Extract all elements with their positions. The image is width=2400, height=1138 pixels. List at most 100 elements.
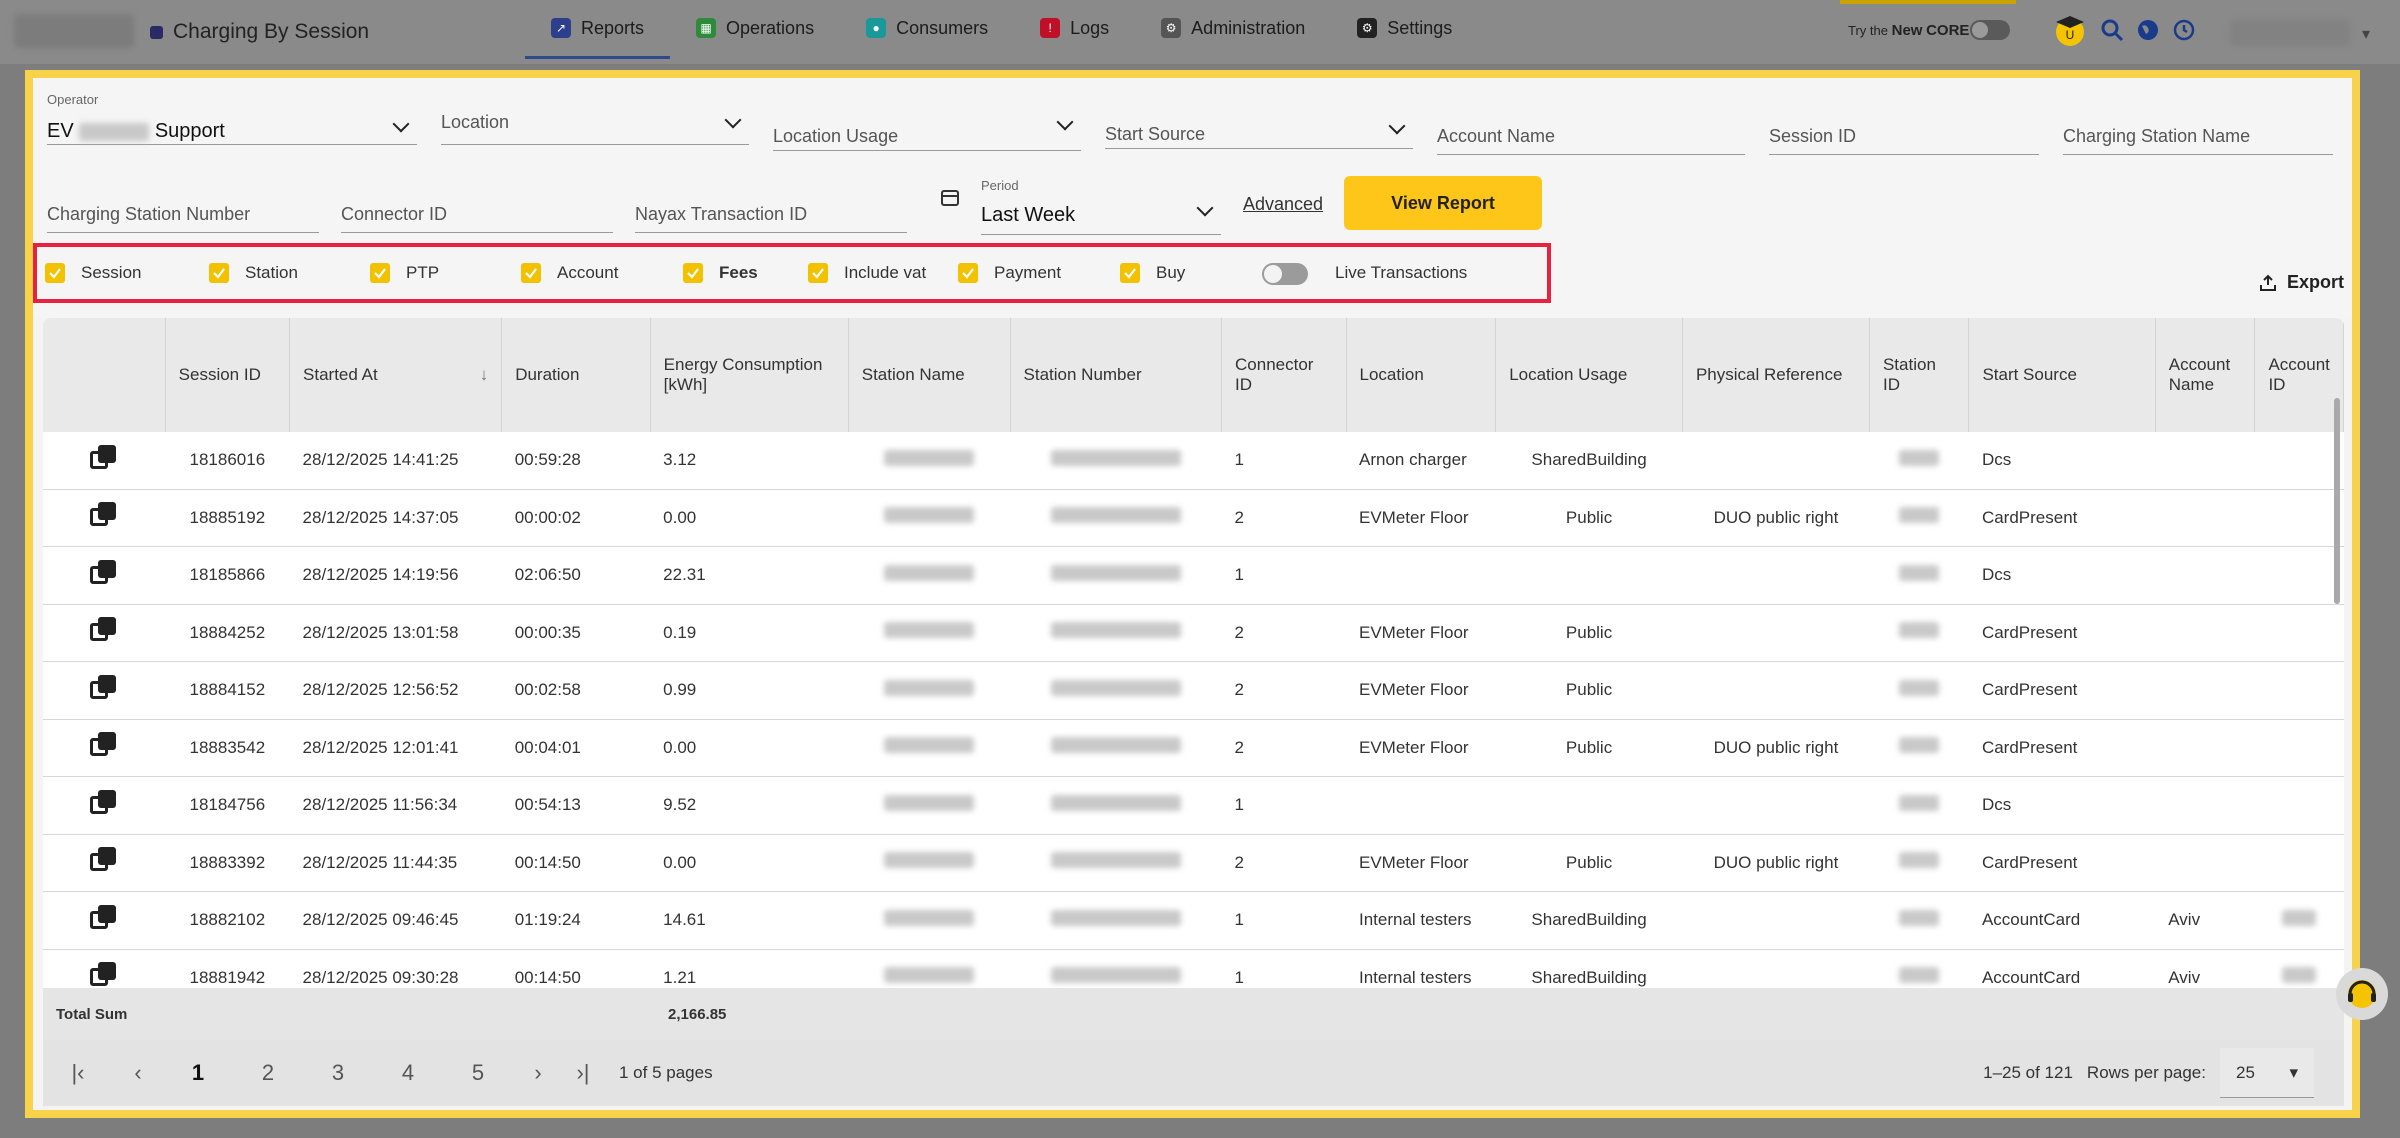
checkbox-session[interactable]: Session [45, 263, 141, 283]
connector-id-input[interactable]: Connector ID [341, 204, 613, 233]
col-session-id[interactable]: Session ID [165, 318, 291, 432]
copy-details-icon[interactable] [90, 559, 118, 586]
table-row[interactable]: 18883392 28/12/2025 11:44:35 00:14:50 0.00 2… [43, 834, 2344, 892]
user-menu[interactable] [2230, 20, 2350, 46]
start-source-select[interactable]: Start Source [1105, 116, 1413, 149]
last-page-icon[interactable]: ›| [563, 1060, 603, 1086]
cell-station-number [1010, 719, 1222, 777]
col-station-name[interactable]: Station Name [848, 318, 1011, 432]
page-2[interactable]: 2 [233, 1060, 303, 1086]
cell-session-id: 18186016 [165, 432, 290, 490]
charging-station-number-input[interactable]: Charging Station Number [47, 204, 319, 233]
cell-account-name: Aviv [2155, 949, 2255, 988]
cell-energy: 14.61 [650, 891, 849, 950]
checkbox-checked-icon [1120, 263, 1140, 283]
nav-consumers[interactable]: ● Consumers [840, 0, 1014, 56]
cell-account-id [2254, 661, 2344, 720]
page-3[interactable]: 3 [303, 1060, 373, 1086]
col-duration[interactable]: Duration [501, 318, 651, 432]
row-action-cell [43, 489, 166, 547]
next-page-icon[interactable]: › [513, 1060, 563, 1086]
checkbox-include-vat[interactable]: Include vat [808, 263, 926, 283]
prev-page-icon[interactable]: ‹ [113, 1060, 163, 1086]
cell-physical-reference [1682, 949, 1870, 988]
col-connector-id[interactable]: Connector ID [1221, 318, 1347, 432]
period-select[interactable]: Period Last Week [981, 178, 1221, 235]
page-5[interactable]: 5 [443, 1060, 513, 1086]
session-id-input[interactable]: Session ID [1769, 126, 2039, 155]
table-row[interactable]: 18882102 28/12/2025 09:46:45 01:19:24 14.61… [43, 891, 2344, 950]
table-row[interactable]: 18883542 28/12/2025 12:01:41 00:04:01 0.00 2… [43, 719, 2344, 777]
copy-details-icon[interactable] [90, 617, 118, 643]
app-logo[interactable] [14, 14, 134, 48]
table-row[interactable]: 18884152 28/12/2025 12:56:52 00:02:58 0.99 2… [43, 661, 2344, 720]
copy-details-icon[interactable] [90, 674, 118, 701]
checkbox-payment[interactable]: Payment [958, 263, 1061, 283]
export-button[interactable]: Export [2259, 272, 2344, 293]
academy-icon[interactable]: U [2052, 12, 2088, 48]
col-station-id[interactable]: Station ID [1869, 318, 1970, 432]
live-transactions-toggle[interactable] [1262, 263, 1308, 285]
copy-details-icon[interactable] [90, 789, 118, 816]
globe-icon[interactable] [2136, 18, 2160, 42]
cell-station-number [1010, 489, 1222, 547]
cell-connector-id: 2 [1221, 719, 1346, 777]
col-station-number[interactable]: Station Number [1010, 318, 1223, 432]
table-row[interactable]: 18881942 28/12/2025 09:30:28 00:14:50 1.21 1… [43, 949, 2344, 988]
col-location-usage[interactable]: Location Usage [1495, 318, 1683, 432]
copy-details-icon[interactable] [90, 904, 118, 931]
rows-per-page-select[interactable]: 25 ▾ [2220, 1048, 2314, 1098]
clock-icon[interactable] [2172, 18, 2196, 42]
page-4[interactable]: 4 [373, 1060, 443, 1086]
col-account-id[interactable]: Account ID [2254, 318, 2344, 432]
cell-station-name [848, 891, 1011, 950]
checkbox-fees[interactable]: Fees [683, 263, 758, 283]
first-page-icon[interactable]: |‹ [43, 1060, 113, 1086]
nav-administration[interactable]: ⚙ Administration [1135, 0, 1331, 56]
advanced-link[interactable]: Advanced [1243, 194, 1323, 215]
table-scrollbar[interactable] [2334, 398, 2340, 604]
page-1[interactable]: 1 [163, 1060, 233, 1086]
cell-station-number [1010, 834, 1222, 892]
cell-session-id: 18184756 [165, 776, 290, 835]
view-report-button[interactable]: View Report [1344, 176, 1542, 230]
account-name-input[interactable]: Account Name [1437, 126, 1745, 155]
copy-details-icon[interactable] [90, 444, 118, 471]
col-energy-consumption[interactable]: Energy Consumption [kWh] [650, 318, 849, 432]
table-row[interactable]: 18186016 28/12/2025 14:41:25 00:59:28 3.12 1… [43, 432, 2344, 490]
copy-details-icon[interactable] [90, 502, 118, 528]
sort-arrow-down-icon[interactable]: ↓ [480, 365, 489, 385]
copy-details-icon[interactable] [90, 962, 118, 988]
col-physical-reference[interactable]: Physical Reference [1682, 318, 1870, 432]
col-start-source[interactable]: Start Source [1968, 318, 2156, 432]
charging-station-name-input[interactable]: Charging Station Name [2063, 126, 2333, 155]
table-row[interactable]: 18185866 28/12/2025 14:19:56 02:06:50 22.31… [43, 546, 2344, 605]
col-account-name[interactable]: Account Name [2155, 318, 2256, 432]
cell-location-usage: Public [1495, 661, 1683, 720]
checkbox-ptp[interactable]: PTP [370, 263, 439, 283]
nayax-transaction-id-input[interactable]: Nayax Transaction ID [635, 204, 907, 233]
col-started-at[interactable]: Started At ↓ [289, 318, 503, 432]
cell-account-id [2254, 489, 2344, 547]
nav-logs[interactable]: ! Logs [1014, 0, 1135, 56]
chevron-down-icon[interactable]: ▾ [2362, 24, 2370, 44]
nav-settings[interactable]: ⚙ Settings [1331, 0, 1478, 56]
help-chat-icon[interactable] [2336, 968, 2388, 1020]
redacted-value [1050, 737, 1181, 754]
checkbox-buy[interactable]: Buy [1120, 263, 1185, 283]
checkbox-account[interactable]: Account [521, 263, 618, 283]
search-icon[interactable] [2100, 18, 2124, 42]
table-row[interactable]: 18884252 28/12/2025 13:01:58 00:00:35 0.19 2… [43, 604, 2344, 662]
nav-operations[interactable]: ▦ Operations [670, 0, 840, 56]
copy-details-icon[interactable] [90, 847, 118, 873]
table-row[interactable]: 18885192 28/12/2025 14:37:05 00:00:02 0.00 2… [43, 489, 2344, 547]
checkbox-station[interactable]: Station [209, 263, 298, 283]
new-core-toggle[interactable] [1970, 20, 2010, 40]
location-select[interactable]: Location [441, 111, 749, 145]
operator-select[interactable]: Operator EV Support [47, 92, 417, 145]
col-location[interactable]: Location [1346, 318, 1497, 432]
nav-reports[interactable]: ↗ Reports [525, 0, 671, 59]
copy-details-icon[interactable] [90, 732, 118, 758]
location-usage-select[interactable]: Location Usage [773, 113, 1081, 151]
table-row[interactable]: 18184756 28/12/2025 11:56:34 00:54:13 9.52 1… [43, 776, 2344, 835]
